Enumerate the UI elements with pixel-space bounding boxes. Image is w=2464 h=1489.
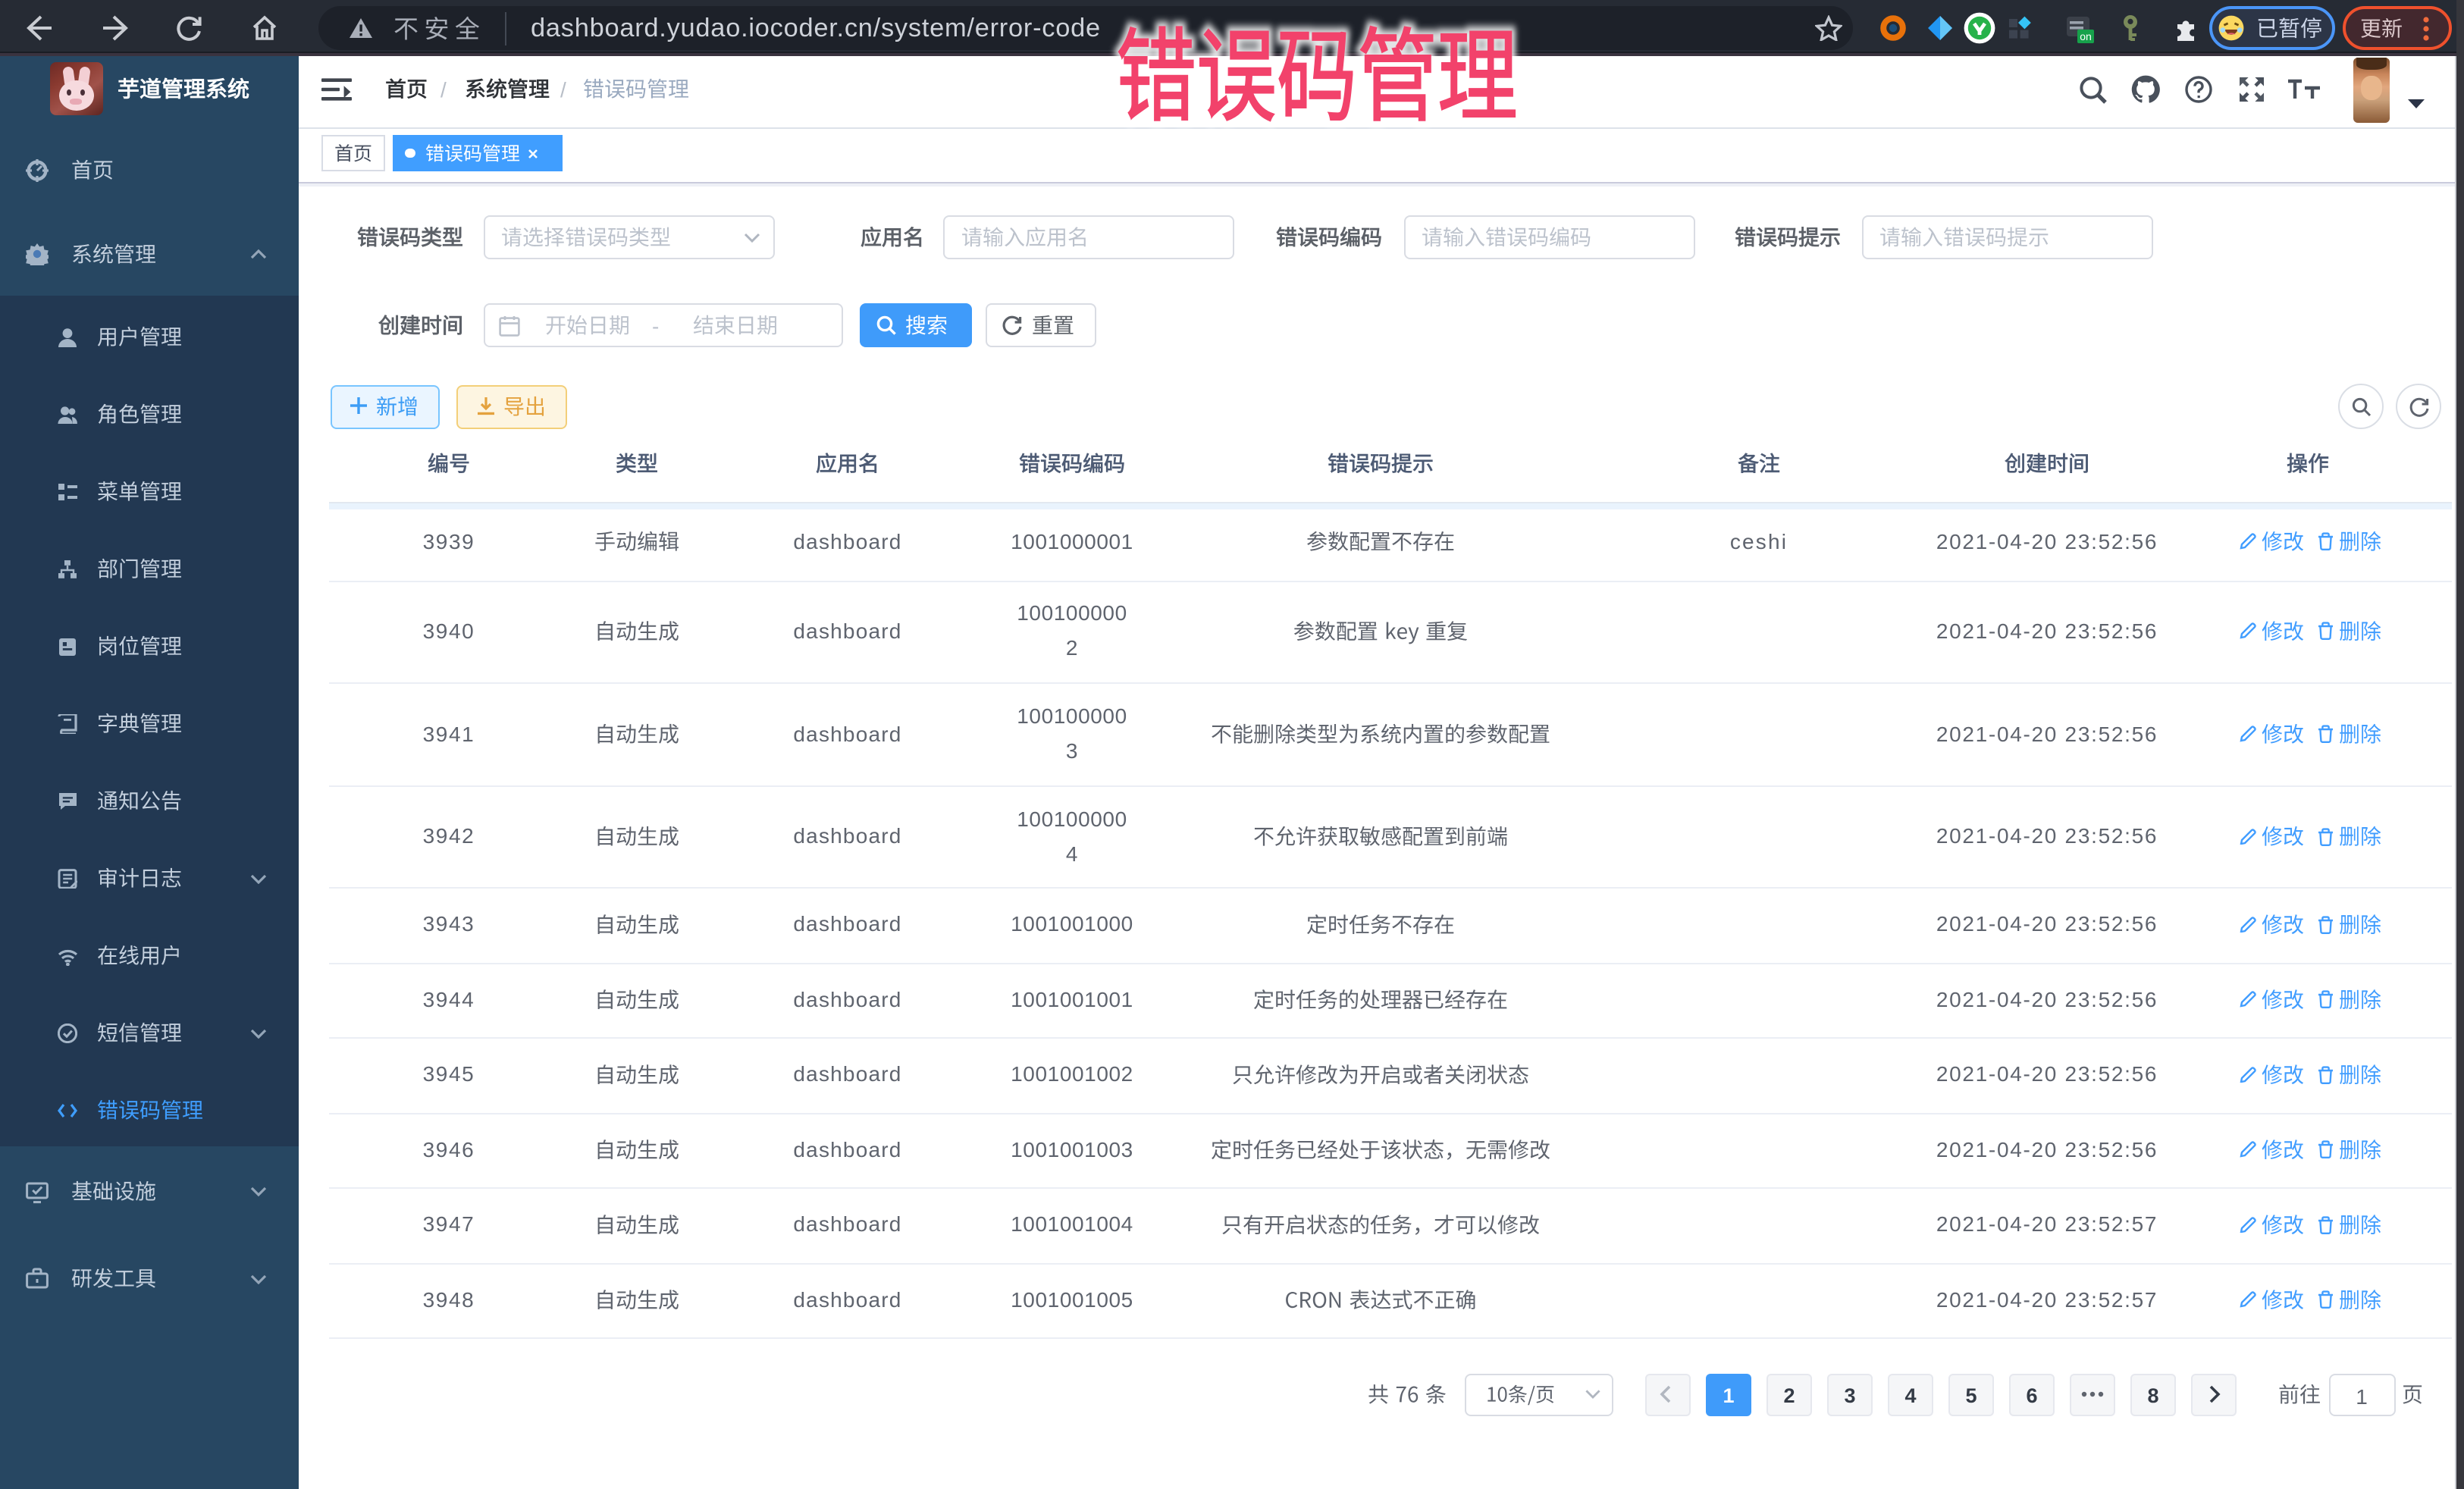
svg-text:on: on xyxy=(2080,30,2092,42)
